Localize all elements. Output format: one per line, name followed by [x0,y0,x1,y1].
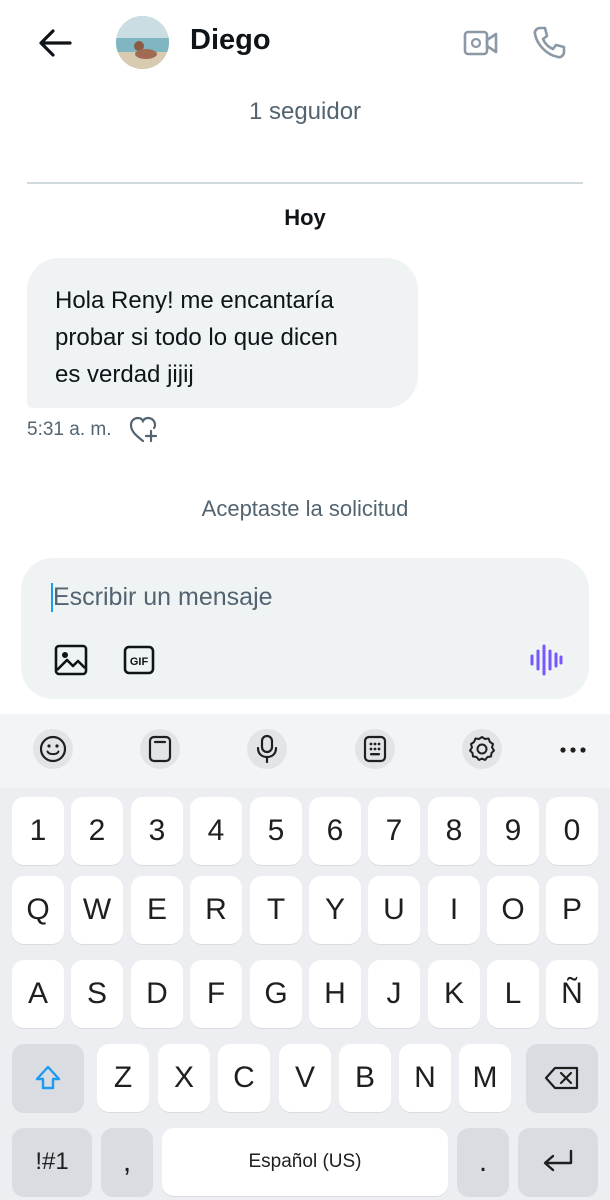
key-n[interactable]: N [399,1044,451,1112]
key-3[interactable]: 3 [131,797,183,865]
keyboard-settings-button[interactable] [462,729,502,769]
period-key[interactable]: . [457,1128,509,1196]
key-k[interactable]: K [428,960,480,1028]
key-e[interactable]: E [131,876,183,944]
backspace-icon [544,1066,579,1090]
key-o[interactable]: O [487,876,539,944]
key-4[interactable]: 4 [190,797,242,865]
key-9[interactable]: 9 [487,797,539,865]
heart-plus-icon [129,416,158,443]
key-p[interactable]: P [546,876,598,944]
keyboard-toolbar [0,714,610,788]
key-i[interactable]: I [428,876,480,944]
key-h[interactable]: H [309,960,361,1028]
key-u[interactable]: U [368,876,420,944]
emoji-button[interactable] [33,729,73,769]
key-2[interactable]: 2 [71,797,123,865]
message-timestamp: 5:31 a. m. [27,419,112,440]
clipboard-icon [148,735,172,763]
gif-button[interactable]: GIF [123,645,155,675]
key-b[interactable]: B [339,1044,391,1112]
enter-icon [543,1149,573,1172]
key-n-tilde[interactable]: Ñ [546,960,598,1028]
key-d[interactable]: D [131,960,183,1028]
key-m[interactable]: M [459,1044,511,1112]
avatar-image [116,16,169,69]
keypad-button[interactable] [355,729,395,769]
image-icon [54,644,88,676]
key-w[interactable]: W [71,876,123,944]
shift-arrow-icon [35,1065,61,1090]
key-7[interactable]: 7 [368,797,420,865]
key-s[interactable]: S [71,960,123,1028]
key-q[interactable]: Q [12,876,64,944]
followers-count: 1 seguidor [248,98,362,125]
day-separator: Hoy [284,205,326,230]
microphone-icon [256,734,278,764]
keypad-icon [363,735,387,763]
emoji-icon [39,735,67,763]
contact-name[interactable]: Diego [190,24,271,57]
avatar[interactable] [116,16,169,69]
arrow-left-icon [39,29,72,57]
shift-key[interactable] [12,1044,84,1112]
enter-key[interactable] [518,1128,598,1196]
key-r[interactable]: R [190,876,242,944]
keyboard-more-button[interactable] [557,738,589,762]
key-0[interactable]: 0 [546,797,598,865]
key-5[interactable]: 5 [250,797,302,865]
backspace-key[interactable] [526,1044,598,1112]
back-button[interactable] [36,26,74,60]
space-key[interactable]: Español (US) [162,1128,448,1196]
key-z[interactable]: Z [97,1044,149,1112]
key-j[interactable]: J [368,960,420,1028]
voice-input-button[interactable] [247,729,287,769]
gif-label: GIF [130,656,149,668]
react-button[interactable] [129,416,159,444]
add-image-button[interactable] [54,644,88,676]
key-l[interactable]: L [487,960,539,1028]
symbols-key[interactable]: !#1 [12,1128,92,1196]
voice-message-button[interactable] [528,644,564,676]
key-g[interactable]: G [250,960,302,1028]
gif-icon: GIF [123,645,155,675]
key-f[interactable]: F [190,960,242,1028]
divider [27,182,583,184]
message-bubble[interactable]: Hola Reny! me encantaría probar si todo … [27,258,418,408]
video-call-button[interactable] [462,26,500,60]
key-6[interactable]: 6 [309,797,361,865]
comma-key[interactable]: , [101,1128,153,1196]
message-input[interactable] [51,578,533,616]
key-t[interactable]: T [250,876,302,944]
request-accepted-notice: Aceptaste la solicitud [201,496,409,521]
video-camera-icon [463,30,498,56]
key-a[interactable]: A [12,960,64,1028]
voice-call-button[interactable] [530,24,568,62]
key-v[interactable]: V [279,1044,331,1112]
phone-icon [533,26,566,59]
key-c[interactable]: C [218,1044,270,1112]
more-icon [560,747,586,753]
key-x[interactable]: X [158,1044,210,1112]
key-8[interactable]: 8 [428,797,480,865]
key-1[interactable]: 1 [12,797,64,865]
gear-icon [469,736,495,761]
audio-wave-icon [530,644,563,676]
clipboard-button[interactable] [140,729,180,769]
key-y[interactable]: Y [309,876,361,944]
text-cursor [51,583,53,612]
